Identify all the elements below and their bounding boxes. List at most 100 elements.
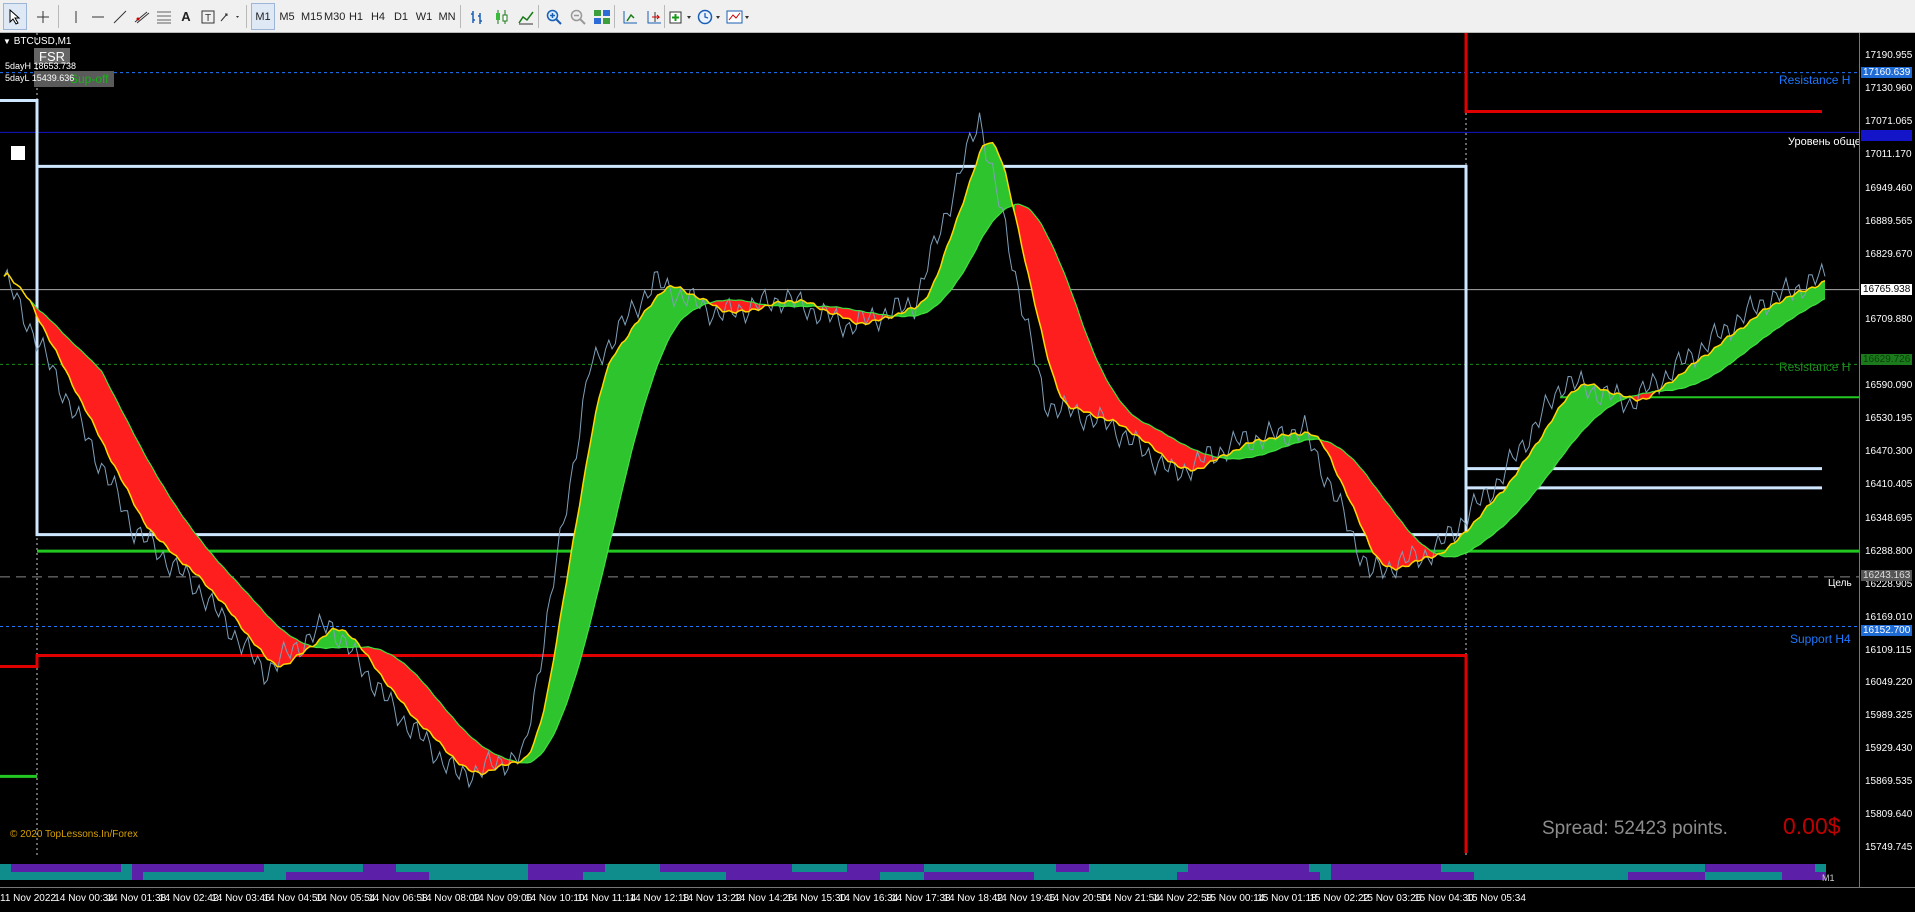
subwindow-bar [737,864,748,872]
subwindow-bar [858,864,869,872]
subwindow-bar [660,872,671,880]
subwindow-bar [1573,864,1584,872]
subwindow-bar [1155,864,1166,872]
subwindow-bar [363,872,374,880]
subwindow-bar [11,864,22,872]
time-tick-label: 15 Nov 04:30 [1414,893,1474,904]
subwindow-bar [1507,872,1518,880]
subwindow-bar [605,872,616,880]
subwindow-bar [1562,872,1573,880]
time-tick-label: 15 Nov 05:34 [1466,893,1526,904]
subwindow-bar [979,864,990,872]
price-tick-label: 16590.090 [1865,380,1913,392]
subwindow-bar [704,864,715,872]
trendline-icon[interactable] [108,3,132,30]
price-tick-label: 17130.960 [1865,82,1913,94]
price-tick-label: 15989.325 [1865,710,1913,722]
time-tick-label: 15 Nov 00:14 [1204,893,1265,904]
subwindow-bar [803,864,814,872]
subwindow-bar [506,864,517,872]
fibonacci-icon[interactable] [152,3,176,30]
tf-h1-button[interactable]: H1 [344,3,368,30]
subwindow-bar [671,872,682,880]
indicators-dropdown-icon[interactable] [668,3,694,30]
candlestick-icon[interactable] [490,3,514,30]
subwindow-bar [1782,872,1793,880]
subwindow-bar [429,864,440,872]
tf-mn-button[interactable]: MN [435,3,459,30]
subwindow-bar [407,864,418,872]
tile-windows-icon[interactable] [590,3,614,30]
fibo-channel-icon[interactable] [130,3,154,30]
subwindow-bar [517,872,528,880]
periods-dropdown-icon[interactable] [697,3,723,30]
subwindow-bar [418,872,429,880]
text-tool-icon[interactable]: A [174,3,198,30]
arrows-dropdown-icon[interactable] [218,3,242,30]
subwindow-bar [308,872,319,880]
chart-window[interactable] [0,33,1915,887]
subwindow-bar [1034,872,1045,880]
subwindow-bar [154,872,165,880]
subwindow-bar [1793,872,1804,880]
subwindow-bar [396,864,407,872]
time-tick-label: 15 Nov 02:22 [1309,893,1370,904]
line-chart-icon[interactable] [514,3,538,30]
subwindow-bar [946,864,957,872]
level-label: Уровень обще [1788,136,1861,148]
subwindow-bar [451,864,462,872]
subwindow-bar [209,864,220,872]
tf-d1-button[interactable]: D1 [389,3,413,30]
subwindow-bar [1639,864,1650,872]
time-tick-label: 14 Nov 16:34 [838,893,899,904]
price-axis[interactable] [1859,33,1915,887]
subwindow-bar [1320,872,1331,880]
subwindow-bar [1749,864,1760,872]
subwindow-bar [99,872,110,880]
subwindow-bar [0,864,11,872]
panel-toggle-checkbox[interactable] [11,146,25,160]
tf-m1-button[interactable]: M1 [251,3,275,30]
tf-w1-button[interactable]: W1 [412,3,436,30]
subwindow-bar [891,864,902,872]
subwindow-bar [616,872,627,880]
subwindow-bar [517,864,528,872]
tf-h4-button[interactable]: H4 [366,3,390,30]
subwindow-bar [1331,872,1342,880]
autoscroll-icon[interactable] [618,3,642,30]
subwindow-bar [1529,872,1540,880]
text-label-icon[interactable]: T [196,3,220,30]
vertical-line-icon[interactable] [64,3,88,30]
crosshair-icon[interactable] [31,3,55,30]
subwindow-bar [330,872,341,880]
tf-m5-button[interactable]: M5 [275,3,299,30]
subwindow-bar [946,872,957,880]
subwindow-bar [1045,872,1056,880]
subwindow-bar [627,864,638,872]
cursor-icon[interactable] [3,3,27,30]
target-label: Цель [1828,578,1852,589]
time-tick-label: 14 Nov 14:26 [734,893,794,904]
subwindow-bar [297,872,308,880]
chart-shift-icon[interactable] [642,3,666,30]
subwindow-bar [1661,864,1672,872]
subwindow-bar [869,864,880,872]
templates-dropdown-icon[interactable] [726,3,752,30]
subwindow-bar [1221,872,1232,880]
subwindow-bar [539,872,550,880]
price-chart[interactable] [0,33,1915,887]
subwindow-bar [1375,864,1386,872]
zoom-out-icon[interactable] [566,3,590,30]
horizontal-line-icon[interactable] [86,3,110,30]
subwindow-bar [121,864,132,872]
subwindow-bar [1111,872,1122,880]
zoom-in-icon[interactable] [542,3,566,30]
subwindow-bar [253,864,264,872]
bar-chart-icon[interactable] [466,3,490,30]
subwindow-bar [1386,864,1397,872]
subwindow-bar [0,872,11,880]
subwindow-bar [847,872,858,880]
subwindow-bar [1155,872,1166,880]
time-tick-label: 14 Nov 17:38 [891,893,951,904]
subwindow-bar [902,872,913,880]
